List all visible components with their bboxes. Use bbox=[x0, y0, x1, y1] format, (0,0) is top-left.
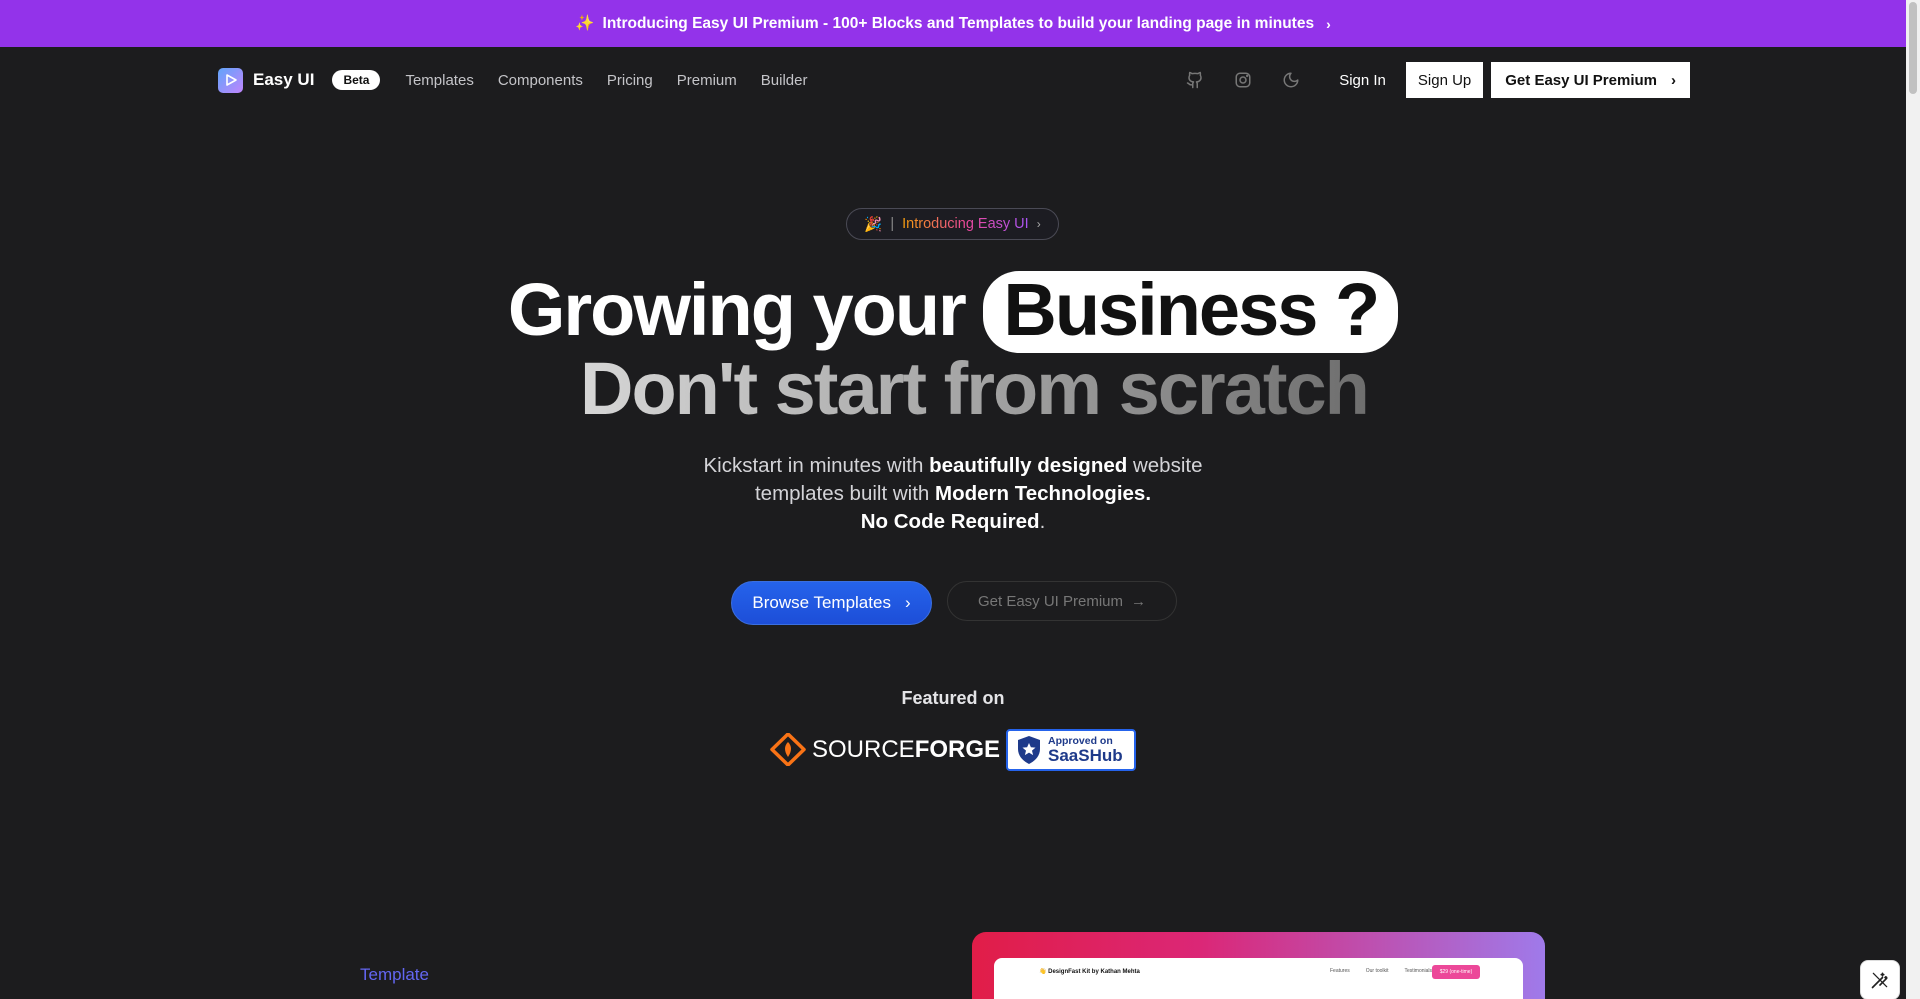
section-label: Template bbox=[360, 965, 429, 984]
subtitle-bold: Modern Technologies. bbox=[935, 482, 1152, 505]
browse-templates-label: Browse Templates bbox=[752, 593, 891, 612]
sourceforge-badge[interactable]: SOURCEFORGE bbox=[770, 733, 1000, 766]
featured-heading: Featured on bbox=[901, 688, 1005, 708]
chevron-right-icon: › bbox=[1326, 15, 1331, 32]
party-popper-icon: 🎉 bbox=[864, 216, 883, 233]
preview-link: Features bbox=[1330, 968, 1350, 974]
template-preview-screen: 👋 DesignFast Kit by Kathan Mehta Feature… bbox=[994, 958, 1523, 999]
preview-link: Testimonials bbox=[1404, 968, 1433, 974]
saashub-badge[interactable]: Approved on SaaSHub bbox=[1006, 729, 1136, 771]
introducing-pill[interactable]: 🎉 | Introducing Easy UI › bbox=[846, 208, 1059, 240]
sign-in-link[interactable]: Sign In bbox=[1339, 72, 1386, 89]
get-premium-label: Get Easy UI Premium bbox=[977, 592, 1124, 610]
browse-templates-button[interactable]: Browse Templates › bbox=[731, 581, 932, 625]
announcement-banner[interactable]: ✨ Introducing Easy UI Premium - 100+ Blo… bbox=[0, 0, 1906, 47]
nav-links: Templates Components Pricing Premium Bui… bbox=[405, 72, 807, 89]
subtitle-text: templates built with bbox=[754, 482, 935, 505]
logo-link[interactable]: Easy UI Beta bbox=[218, 67, 381, 93]
instagram-icon[interactable] bbox=[1231, 68, 1255, 92]
sparkles-icon: ✨ bbox=[575, 15, 595, 32]
pill-text: Introducing Easy UI bbox=[902, 216, 1029, 232]
subtitle-text: . bbox=[1039, 510, 1046, 533]
nav-link-components[interactable]: Components bbox=[498, 72, 583, 89]
page-scrollbar[interactable] bbox=[1906, 0, 1920, 999]
saashub-line-2: SaaSHub bbox=[1048, 745, 1123, 765]
sign-up-label: Sign Up bbox=[1417, 71, 1472, 89]
beta-badge: Beta bbox=[332, 70, 381, 90]
sourceforge-logo-icon bbox=[770, 733, 806, 766]
chevron-right-icon: › bbox=[904, 593, 911, 612]
sign-up-button[interactable]: Sign Up bbox=[1405, 62, 1484, 98]
scrollbar-thumb[interactable] bbox=[1909, 2, 1917, 94]
github-icon[interactable] bbox=[1183, 68, 1207, 92]
shield-star-icon bbox=[1018, 736, 1040, 764]
chevron-right-icon: › bbox=[1036, 217, 1041, 231]
nav-link-premium[interactable]: Premium bbox=[677, 72, 737, 89]
sourceforge-wordmark: SOURCEFORGE bbox=[812, 735, 1001, 763]
arrow-right-icon: → bbox=[1131, 592, 1147, 610]
subtitle-text: Kickstart in minutes with bbox=[703, 454, 930, 477]
hero-title-prefix: Growing your bbox=[507, 268, 967, 351]
get-premium-nav-label: Get Easy UI Premium bbox=[1505, 71, 1657, 89]
subtitle-text: website bbox=[1127, 454, 1203, 477]
subtitle-bold: No Code Required bbox=[860, 510, 1040, 533]
hero-title-line-2: Don't start from scratch bbox=[580, 347, 1370, 430]
banner-text: Introducing Easy UI Premium - 100+ Block… bbox=[602, 14, 1315, 32]
preview-button: $29 (one-time) bbox=[1432, 965, 1480, 979]
hero-title-line-1: Growing your Business ? bbox=[0, 271, 1906, 353]
get-premium-button[interactable]: Get Easy UI Premium → bbox=[947, 581, 1177, 621]
nav-actions: Sign In Sign Up Get Easy UI Premium › bbox=[1159, 62, 1690, 98]
get-premium-nav-button[interactable]: Get Easy UI Premium › bbox=[1491, 62, 1690, 98]
top-navigation: Easy UI Beta Templates Components Pricin… bbox=[218, 62, 1690, 98]
brand-name: Easy UI bbox=[253, 70, 315, 89]
play-logo-icon bbox=[218, 67, 243, 93]
hero-title-highlight: Business ? bbox=[983, 271, 1399, 353]
nav-link-builder[interactable]: Builder bbox=[761, 72, 808, 89]
template-preview-card[interactable]: 👋 DesignFast Kit by Kathan Mehta Feature… bbox=[972, 932, 1545, 999]
wand-icon-button[interactable] bbox=[1860, 960, 1900, 999]
preview-brand: 👋 DesignFast Kit by Kathan Mehta bbox=[1039, 969, 1140, 975]
preview-link: Our toolkit bbox=[1365, 968, 1389, 974]
moon-icon[interactable] bbox=[1279, 68, 1303, 92]
pill-separator: | bbox=[890, 216, 895, 232]
magic-wand-icon bbox=[1871, 972, 1888, 989]
subtitle-bold: beautifully designed bbox=[929, 454, 1128, 477]
chevron-right-icon: › bbox=[1671, 71, 1676, 89]
preview-links: Features Our toolkit Testimonials bbox=[1330, 968, 1432, 974]
nav-link-templates[interactable]: Templates bbox=[405, 72, 473, 89]
hero-subtitle: Kickstart in minutes with beautifully de… bbox=[0, 452, 1906, 536]
nav-link-pricing[interactable]: Pricing bbox=[607, 72, 653, 89]
